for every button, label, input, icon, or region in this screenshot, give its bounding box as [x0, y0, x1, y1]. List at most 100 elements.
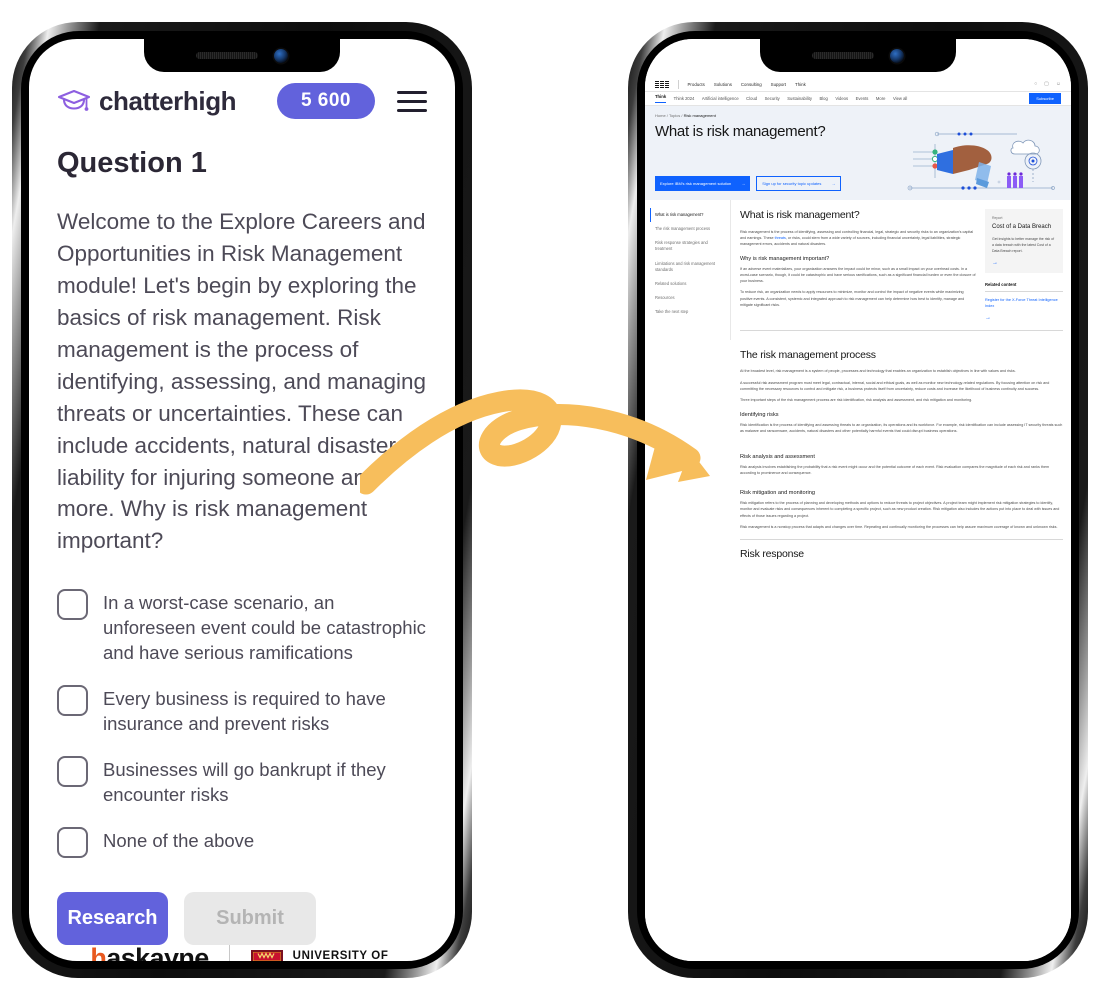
phone-notch — [144, 39, 340, 72]
ucalgary-top-line: UNIVERSITY OF — [292, 949, 389, 961]
section-subheading: Risk mitigation and monitoring — [740, 490, 815, 497]
toc-item[interactable]: Related solutions — [655, 277, 722, 291]
section-subheading: Why is risk management important? — [740, 256, 830, 263]
subnav-item-blog[interactable]: Blog — [819, 96, 827, 101]
speaker-grille-icon — [812, 52, 874, 59]
section-paragraph: Risk management is the process of identi… — [740, 229, 974, 247]
subnav-item-videos[interactable]: Videos — [835, 96, 848, 101]
nav-item-think[interactable]: Think — [795, 82, 806, 87]
subnav-item-events[interactable]: Events — [856, 96, 869, 101]
section-divider — [740, 330, 1063, 331]
checkbox-icon[interactable] — [57, 589, 88, 621]
answer-option[interactable]: In a worst-case scenario, an unforeseen … — [57, 587, 427, 666]
curved-looping-arrow — [360, 389, 710, 495]
section-paragraph: Risk analysis involves establishing the … — [740, 465, 1050, 476]
subnav-item-ai[interactable]: Artificial intelligence — [702, 96, 739, 101]
breadcrumb-current: Risk management — [683, 113, 716, 118]
toc-item[interactable]: The risk management process — [655, 222, 722, 236]
points-badge[interactable]: 5 600 — [276, 83, 375, 119]
ibm-primary-nav: Products Solutions Consulting Support Th… — [645, 77, 1071, 92]
subnav-item-think-2024[interactable]: Think 2024 — [674, 96, 695, 101]
breadcrumb: Home / Topics / Risk management — [655, 113, 716, 118]
submit-button[interactable]: Submit — [184, 892, 316, 946]
arrow-right-icon[interactable]: → — [985, 315, 1063, 321]
card-title: Cost of a Data Breach — [992, 224, 1052, 230]
answer-option[interactable]: Businesses will go bankrupt if they enco… — [57, 754, 427, 808]
nav-item-consulting[interactable]: Consulting — [741, 82, 762, 87]
research-button[interactable]: Research — [57, 892, 168, 946]
burger-line — [397, 108, 427, 112]
arrow-right-icon: → — [831, 181, 836, 186]
hand-illustration — [907, 131, 1055, 191]
related-content-heading: Related content — [985, 282, 1017, 288]
section-paragraph: Risk management is a nonstop process tha… — [740, 524, 1058, 529]
answer-option-label: Businesses will go bankrupt if they enco… — [103, 759, 386, 806]
screenshot-stage: chatterhigh 5 600 Question 1 Welcome to … — [0, 0, 1100, 1000]
toc-item[interactable]: What is risk management? — [650, 208, 722, 223]
hamburger-menu-icon[interactable] — [397, 90, 427, 112]
card-kicker: Report — [992, 216, 1003, 220]
answer-option[interactable]: Every business is required to have insur… — [57, 683, 427, 737]
ibm-body-region: What is risk management? The risk manage… — [645, 200, 1071, 340]
subnav-item-cloud[interactable]: Cloud — [746, 96, 757, 101]
toc-item[interactable]: Take the next step — [655, 305, 722, 319]
app-header: chatterhigh 5 600 — [57, 83, 427, 119]
chatterhigh-logo[interactable]: chatterhigh — [57, 85, 237, 117]
answer-options-list: In a worst-case scenario, an unforeseen … — [57, 587, 427, 859]
breadcrumb-topics[interactable]: Topics — [669, 113, 680, 118]
section-divider — [740, 538, 1063, 540]
table-of-contents: What is risk management? The risk manage… — [645, 200, 731, 340]
checkbox-icon[interactable] — [57, 756, 88, 788]
subnav-item-sustainability[interactable]: Sustainability — [787, 96, 812, 101]
card-body: Get insights to better manage the risk o… — [992, 237, 1055, 253]
answer-option[interactable]: None of the above — [57, 825, 427, 859]
checkbox-icon[interactable] — [57, 827, 88, 859]
toc-item[interactable]: Risk response strategies and treatment — [655, 236, 722, 256]
answer-option-label: In a worst-case scenario, an unforeseen … — [103, 592, 426, 664]
subnav-item-more[interactable]: More — [876, 96, 886, 101]
footer-divider — [228, 945, 230, 961]
ucalgary-logo: UNIVERSITY OF CALGARY — [250, 948, 394, 961]
section-paragraph: Risk mitigation refers to the process of… — [740, 501, 1060, 518]
explore-solution-button[interactable]: Explore IBM's risk management solution → — [655, 176, 751, 191]
search-icon[interactable]: ○ — [1034, 81, 1037, 87]
action-buttons: Research Submit — [57, 892, 427, 946]
answer-option-label: None of the above — [103, 830, 255, 852]
haskayne-logo: haskayne School of Business — [90, 943, 209, 961]
arrow-right-icon: → — [741, 181, 746, 186]
breadcrumb-home[interactable]: Home — [655, 113, 666, 118]
section-paragraph: A successful risk assessment program mus… — [740, 380, 1050, 391]
signup-updates-button[interactable]: Sign up for security topic updates → — [756, 176, 842, 191]
cart-icon[interactable]: ☺ — [1056, 81, 1061, 87]
section-subheading: Risk analysis and assessment — [740, 454, 815, 461]
subscribe-button[interactable]: Subscribe — [1029, 93, 1061, 104]
subnav-item-security[interactable]: Security — [765, 96, 780, 101]
sponsor-footer: haskayne School of Business — [57, 945, 427, 961]
report-card[interactable]: Report Cost of a Data Breach Get insight… — [985, 209, 1063, 274]
front-camera-icon — [274, 48, 288, 63]
burger-line — [397, 99, 427, 103]
checkbox-icon[interactable] — [57, 685, 88, 717]
toc-item[interactable]: Limitations and risk management standard… — [655, 257, 722, 277]
subnav-item-view-all[interactable]: View all — [893, 96, 907, 101]
haskayne-accent: h — [90, 943, 107, 961]
answer-option-label: Every business is required to have insur… — [103, 688, 386, 735]
section-heading: The risk management process — [740, 348, 876, 361]
threats-link[interactable]: threats — [775, 236, 786, 240]
app-name: chatterhigh — [99, 85, 237, 116]
phone-notch — [760, 39, 956, 72]
article-columns: What is risk management? Risk management… — [740, 209, 1063, 321]
burger-line — [397, 90, 427, 94]
nav-item-products[interactable]: Products — [688, 82, 705, 87]
subnav-item-think[interactable]: Think — [655, 94, 667, 103]
toc-item[interactable]: Resources — [655, 291, 722, 305]
arrow-right-icon[interactable]: → — [992, 260, 1056, 266]
related-content-link[interactable]: Register for the X-Force Threat Intellig… — [985, 298, 1058, 308]
nav-divider — [678, 79, 679, 89]
ibm-logo-icon[interactable] — [655, 80, 669, 88]
profile-icon[interactable]: ▢ — [1044, 81, 1049, 87]
ucalgary-wordmark: UNIVERSITY OF CALGARY — [292, 949, 394, 961]
nav-item-solutions[interactable]: Solutions — [714, 82, 732, 87]
section-heading: Risk response — [740, 548, 804, 561]
nav-item-support[interactable]: Support — [771, 82, 786, 87]
